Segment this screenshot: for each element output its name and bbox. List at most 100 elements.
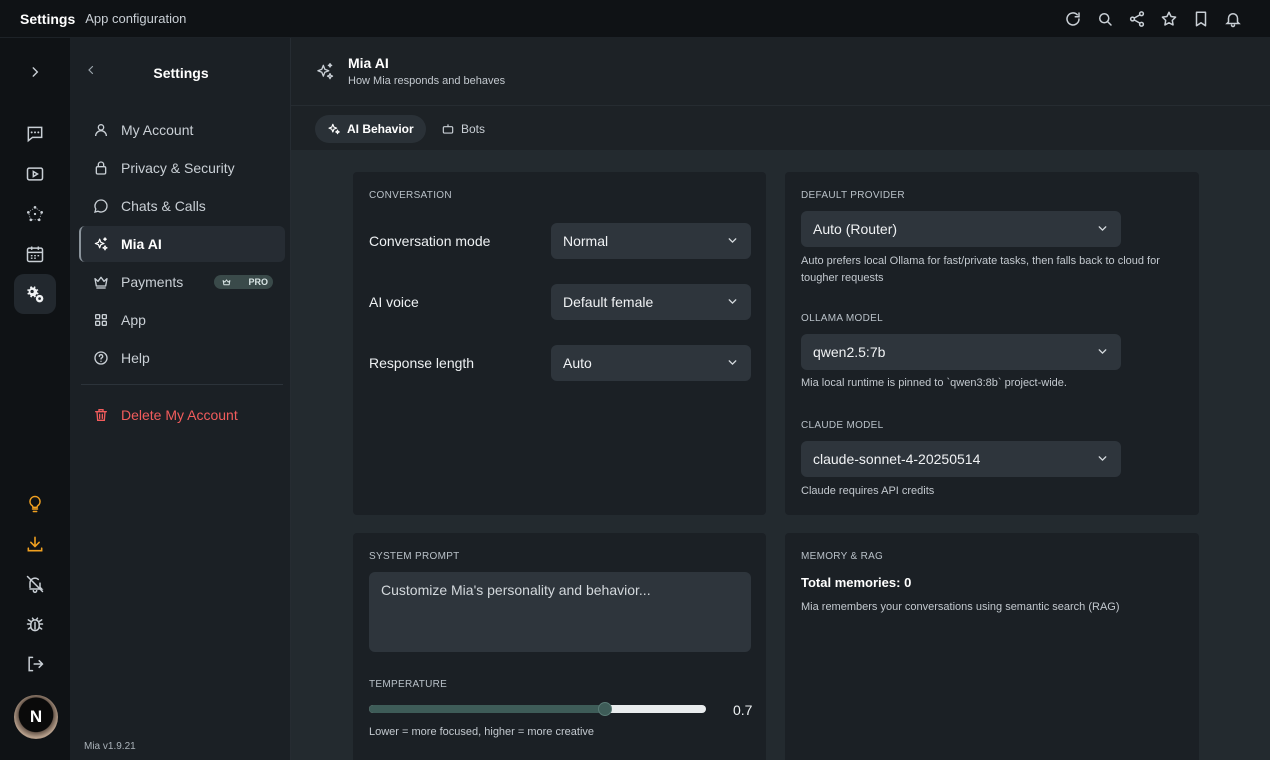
star-icon[interactable] [1160,10,1178,28]
pro-badge-label: PRO [248,277,268,287]
response-length-select[interactable]: Auto [551,345,751,381]
chevron-down-icon [1096,452,1109,465]
section-heading: CLAUDE MODEL [801,420,884,431]
settings-content: CONVERSATION Conversation mode Normal AI… [291,150,1270,760]
sidebar-item-my-account[interactable]: My Account [79,112,285,148]
page-subtitle: How Mia responds and behaves [348,75,506,87]
search-icon[interactable] [1096,10,1114,28]
sidebar-item-label: Chats & Calls [121,198,206,214]
sidebar-item-payments[interactable]: Payments PRO [79,264,285,300]
chevron-right-icon [28,65,42,79]
bug-icon [25,614,45,634]
grid-icon [93,312,109,328]
claude-help: Claude requires API credits [801,485,935,497]
provider-help: Auto prefers local Ollama for fast/priva… [801,255,1160,284]
system-prompt-card: SYSTEM PROMPT Customize Mia's personalit… [353,533,766,760]
sparkles-icon [315,62,335,82]
pro-badge: PRO [214,275,273,289]
temperature-slider[interactable] [369,705,706,713]
sidebar-item-label: Privacy & Security [121,160,235,176]
bookmark-icon[interactable] [1192,10,1210,28]
ollama-help: Mia local runtime is pinned to `qwen3:8b… [801,377,1067,389]
select-value: Normal [563,233,609,249]
temperature-slider-thumb[interactable] [597,702,612,716]
select-value: Default female [563,294,654,310]
section-heading: OLLAMA MODEL [801,313,883,324]
settings-sidebar: Settings My Account Privacy & Security C… [71,38,291,760]
page-header: Mia AI How Mia responds and behaves [291,38,1270,106]
rail-download-button[interactable] [14,524,56,564]
delete-account-button[interactable]: Delete My Account [79,397,285,433]
sidebar-divider [81,384,283,385]
sidebar-item-mia-ai[interactable]: Mia AI [79,226,285,262]
select-value: qwen2.5:7b [813,344,886,360]
rail-expand-button[interactable] [14,52,56,92]
download-icon [25,534,45,554]
chevron-down-icon [726,356,739,369]
bot-icon [441,122,455,136]
ai-voice-select[interactable]: Default female [551,284,751,320]
select-value: Auto (Router) [813,221,898,237]
tab-bar: AI Behavior Bots [291,106,1270,150]
conversation-mode-select[interactable]: Normal [551,223,751,259]
sidebar-item-label: My Account [121,122,194,138]
page-title: Mia AI [348,55,389,71]
response-length-label: Response length [369,355,475,371]
memory-card: MEMORY & RAG Total memories: 0 Mia remem… [785,533,1199,760]
system-prompt-input[interactable]: Customize Mia's personality and behavior… [369,572,751,652]
temperature-value: 0.7 [733,702,753,718]
memory-total: Total memories: 0 [801,575,911,590]
rail-chats-button[interactable] [14,114,56,154]
help-circle-icon [93,350,109,366]
app-rail: N [0,38,71,760]
memory-total-value: 0 [904,575,912,590]
memory-total-label: Total memories: [801,575,901,590]
bell-off-icon [25,574,45,594]
provider-card: DEFAULT PROVIDER Auto (Router) Auto pref… [785,172,1199,515]
window-title: Settings [20,10,76,27]
sparkles-icon [93,236,109,253]
rail-tips-button[interactable] [14,484,56,524]
rail-debug-button[interactable] [14,604,56,644]
sidebar-item-label: Mia AI [121,236,162,252]
sidebar-item-label: Help [121,350,150,366]
delete-account-label: Delete My Account [121,407,238,423]
section-heading: DEFAULT PROVIDER [801,190,905,201]
sidebar-item-chats-calls[interactable]: Chats & Calls [79,188,285,224]
section-heading: SYSTEM PROMPT [369,551,460,562]
tab-ai-behavior[interactable]: AI Behavior [315,115,426,143]
rail-video-button[interactable] [14,154,56,194]
bell-icon[interactable] [1224,10,1242,28]
chevron-down-icon [726,234,739,247]
lock-icon [93,160,109,176]
rail-network-button[interactable] [14,194,56,234]
avatar[interactable]: N [14,695,58,739]
ollama-model-select[interactable]: qwen2.5:7b [801,334,1121,370]
rail-calendar-button[interactable] [14,234,56,274]
network-icon [25,204,45,224]
gears-icon [25,284,45,304]
refresh-icon[interactable] [1064,10,1082,28]
chat-icon [25,124,45,144]
conversation-mode-label: Conversation mode [369,233,491,249]
sidebar-item-app[interactable]: App [79,302,285,338]
tab-bots[interactable]: Bots [429,115,497,143]
share-icon[interactable] [1128,10,1146,28]
rail-logout-button[interactable] [14,644,56,684]
rail-settings-button[interactable] [14,274,56,314]
default-provider-select[interactable]: Auto (Router) [801,211,1121,247]
sidebar-item-privacy-security[interactable]: Privacy & Security [79,150,285,186]
claude-model-select[interactable]: claude-sonnet-4-20250514 [801,441,1121,477]
sidebar-item-label: Payments [121,274,184,290]
sidebar-item-help[interactable]: Help [79,340,285,376]
sidebar-item-label: App [121,312,146,328]
temperature-help: Lower = more focused, higher = more crea… [369,726,595,738]
chevron-down-icon [1096,345,1109,358]
trash-icon [93,407,109,423]
temperature-slider-fill [369,705,605,713]
logout-icon [25,654,45,674]
tab-label: AI Behavior [347,122,414,136]
rail-mute-button[interactable] [14,564,56,604]
video-icon [25,164,45,184]
chevron-down-icon [726,295,739,308]
